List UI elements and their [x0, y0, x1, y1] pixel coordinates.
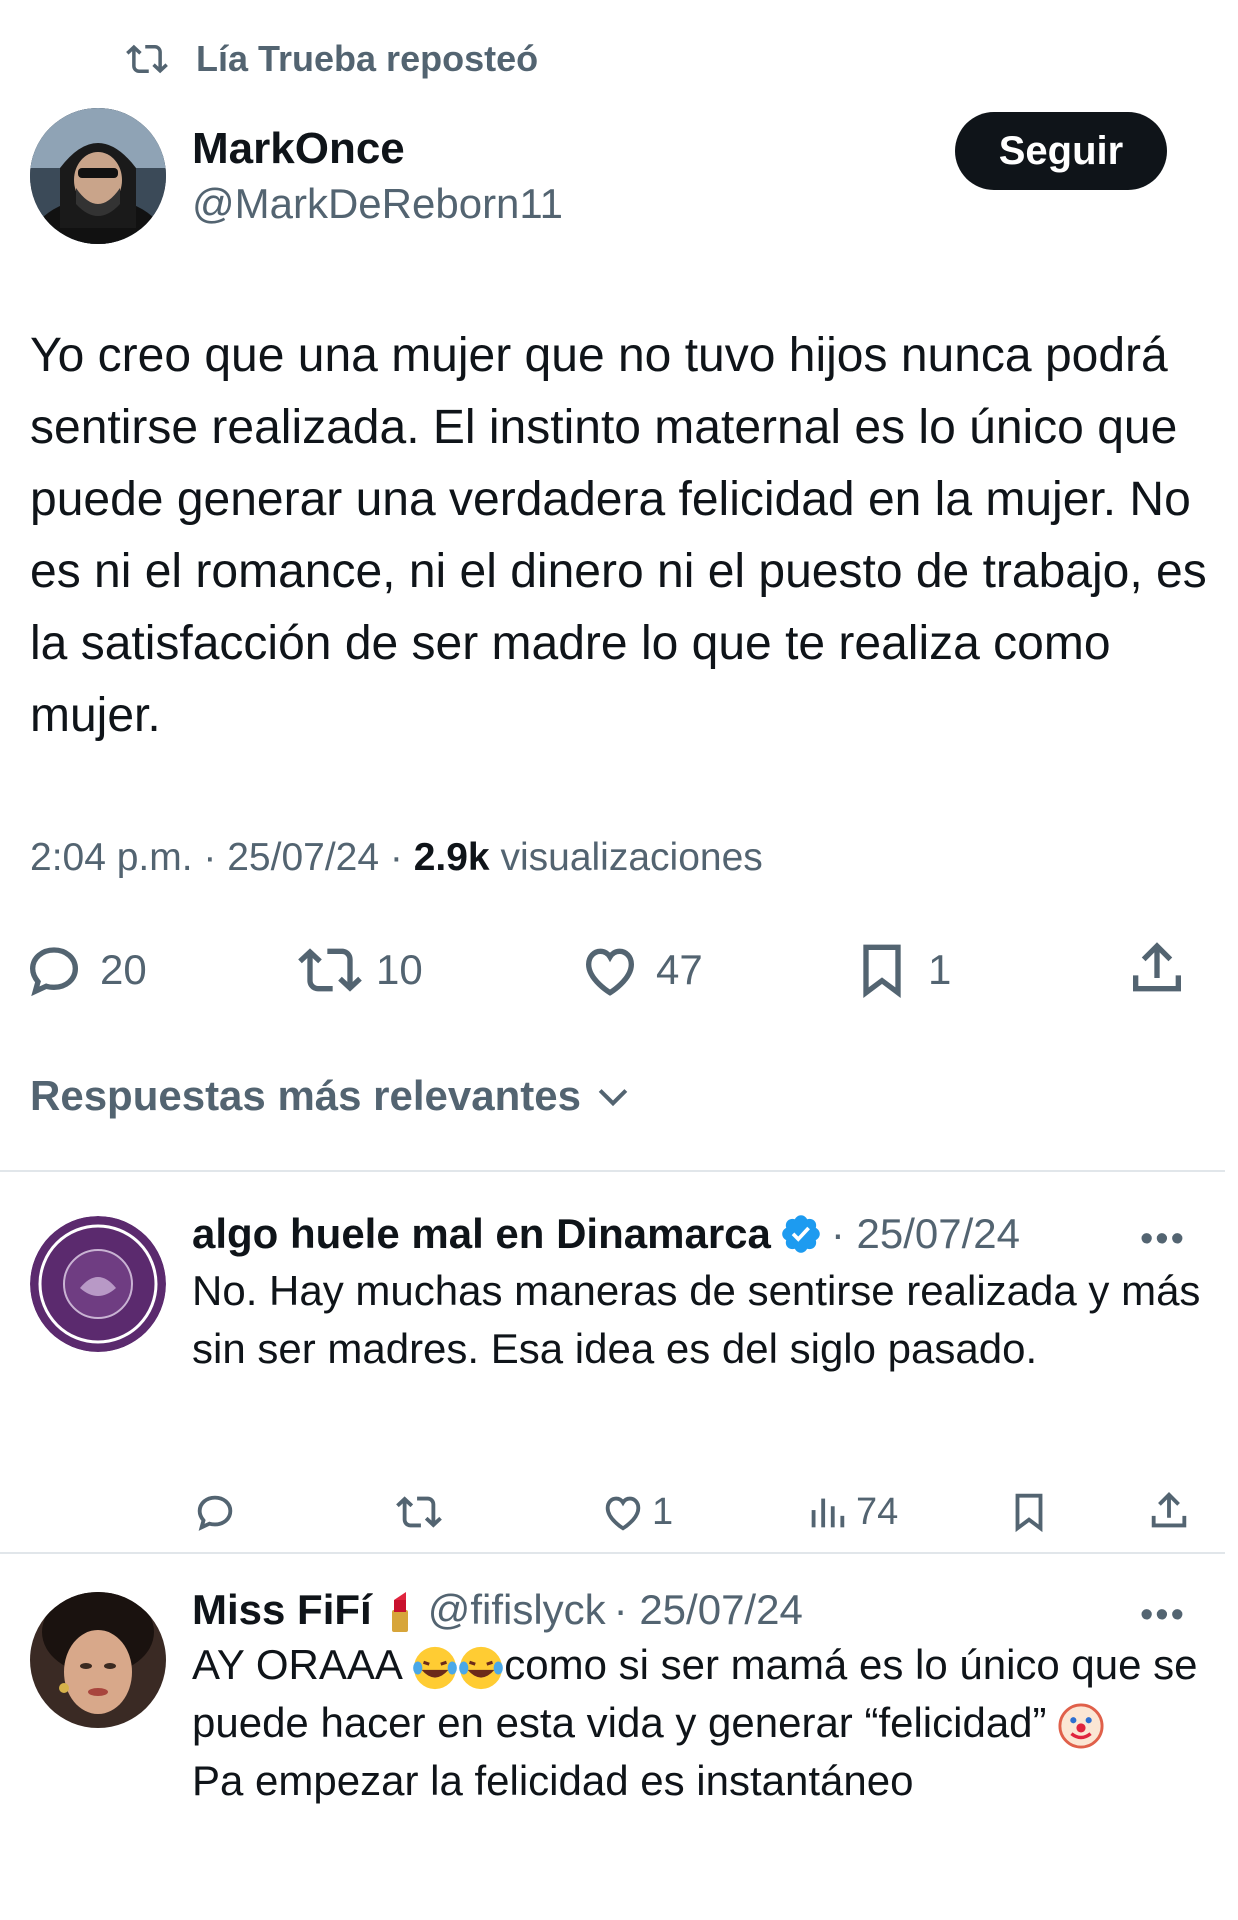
tweet-detail-page: Lía Trueba reposteó MarkOnce @MarkDeRebo…: [0, 0, 1238, 1920]
repost-button[interactable]: 10: [298, 935, 423, 1005]
analytics-icon: [811, 1498, 845, 1528]
reply-date[interactable]: · 25/07/24: [614, 1586, 803, 1634]
author-handle[interactable]: @MarkDeReborn11: [192, 180, 563, 228]
tweet-text: Yo creo que una mujer que no tuvo hijos …: [30, 329, 1207, 742]
divider: [0, 1552, 1225, 1554]
view-label: visualizaciones: [489, 836, 763, 879]
reply-button[interactable]: 20: [22, 935, 147, 1005]
repost-icon: [298, 948, 362, 992]
view-count: 2.9k: [413, 836, 490, 879]
repost-count: 10: [376, 946, 423, 993]
reply-views-button[interactable]: 74: [804, 1487, 898, 1537]
sort-replies-dropdown[interactable]: Respuestas más relevantes: [30, 1072, 635, 1120]
more-options-icon[interactable]: •••: [1140, 1594, 1186, 1637]
author-avatar[interactable]: [30, 108, 166, 244]
repost-icon: [396, 1496, 442, 1528]
reply-author-name[interactable]: Miss FiFí: [192, 1586, 372, 1634]
reply-header: Miss FiFí @fifislyck · 25/07/24: [192, 1586, 803, 1634]
reply-share-button[interactable]: [1146, 1487, 1192, 1537]
like-count: 47: [656, 946, 703, 993]
follow-button[interactable]: Seguir: [955, 112, 1167, 190]
repost-indicator[interactable]: Lía Trueba reposteó: [126, 36, 538, 82]
reply-like-button[interactable]: 1: [600, 1487, 673, 1537]
reply-text: AY ORAAA como si ser mamá es lo único qu…: [192, 1636, 1202, 1810]
bookmark-button[interactable]: 1: [850, 935, 951, 1005]
divider: [0, 1170, 1225, 1172]
reply-reply-button[interactable]: [192, 1487, 238, 1537]
reply-date[interactable]: · 25/07/24: [831, 1210, 1020, 1258]
reply-view-count: 74: [856, 1490, 899, 1533]
share-icon: [1133, 942, 1181, 992]
author-name[interactable]: MarkOnce: [192, 124, 405, 174]
share-icon: [1151, 1492, 1187, 1528]
reply-text-part: Pa empezar la felicidad es instantáneo: [192, 1757, 914, 1804]
tweet-meta: 2:04 p.m. · 25/07/24 · 2.9k visualizacio…: [30, 836, 763, 880]
more-options-icon[interactable]: •••: [1140, 1218, 1186, 1261]
bookmark-count: 1: [928, 946, 952, 993]
lipstick-emoji-icon: [391, 1592, 408, 1632]
reply-author-name[interactable]: algo huele mal en Dinamarca: [192, 1210, 771, 1258]
reply-text: No. Hay muchas maneras de sentirse reali…: [192, 1267, 1201, 1372]
reply-header: algo huele mal en Dinamarca · 25/07/24: [192, 1210, 1020, 1258]
reply-avatar[interactable]: [30, 1592, 166, 1728]
laughing-tears-emoji-icon: [459, 1646, 504, 1689]
sort-label: Respuestas más relevantes: [30, 1072, 581, 1119]
reply-count: 20: [100, 946, 147, 993]
chevron-down-icon: [598, 1089, 628, 1107]
like-button[interactable]: 47: [578, 935, 703, 1005]
bookmark-icon: [1015, 1493, 1043, 1533]
reply-icon: [197, 1495, 233, 1531]
reply-like-count: 1: [652, 1490, 674, 1533]
repost-icon: [126, 44, 168, 74]
heart-icon: [585, 948, 635, 996]
bookmark-icon: [863, 944, 901, 998]
share-button[interactable]: [1125, 935, 1189, 1005]
heart-icon: [605, 1496, 641, 1531]
repost-text: Lía Trueba reposteó: [196, 38, 539, 79]
reply-repost-button[interactable]: [396, 1487, 442, 1537]
reply-icon: [29, 947, 79, 997]
reply-text-part: AY ORAAA: [192, 1641, 413, 1688]
reply-bookmark-button[interactable]: [1006, 1487, 1052, 1537]
laughing-tears-emoji-icon: [413, 1646, 458, 1689]
clown-emoji-icon: [1058, 1703, 1104, 1749]
tweet-timestamp[interactable]: 2:04 p.m. · 25/07/24 ·: [30, 836, 414, 879]
reply-handle[interactable]: @fifislyck: [428, 1586, 606, 1634]
verified-badge-icon: [782, 1215, 820, 1253]
reply-avatar[interactable]: [30, 1216, 166, 1352]
